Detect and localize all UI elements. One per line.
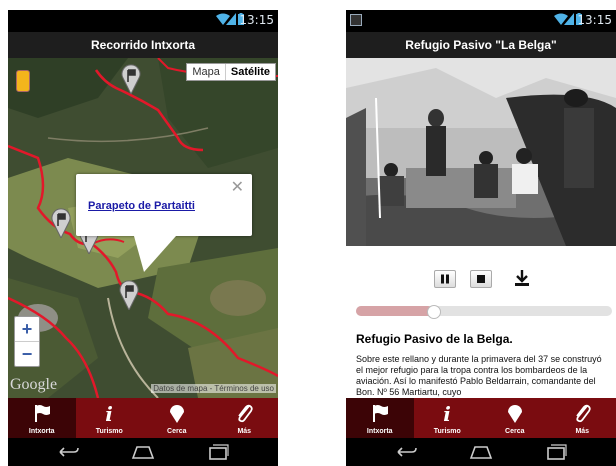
tab-label: Cerca [505,428,525,435]
tab-cerca[interactable]: Cerca [481,398,549,438]
audio-progress-bar[interactable] [356,305,612,319]
pause-button[interactable] [434,270,456,288]
tab-label: Más [575,428,590,435]
stop-button[interactable] [470,270,492,288]
stop-icon [477,275,485,283]
flag-marker-icon[interactable] [118,280,140,310]
notification-image-icon [350,14,362,26]
recent-apps-icon[interactable] [206,444,230,460]
progress-fill [356,306,433,316]
status-bar: 13:15 [346,10,616,32]
google-logo: Google [10,376,58,393]
section-title: Refugio Pasivo de la Belga. [356,332,513,346]
tab-bar: Intxorta i Turismo Cerca Más [346,398,616,438]
tab-turismo[interactable]: i Turismo [414,398,482,438]
info-icon: i [443,402,451,424]
phone-map-screen: 13:15 Recorrido Intxorta Mapa Satélite P… [8,10,278,466]
back-icon[interactable] [394,444,418,460]
info-window-link[interactable]: Parapeto de Partaitti [88,200,195,212]
tab-cerca[interactable]: Cerca [143,398,211,438]
info-window-tail [134,236,176,272]
flag-marker-icon[interactable] [120,64,142,94]
map-type-satellite-button[interactable]: Satélite [224,64,275,80]
tab-turismo[interactable]: i Turismo [76,398,144,438]
status-time: 13:15 [577,13,612,27]
section-body: Sobre este rellano y durante la primaver… [356,354,602,397]
status-bar: 13:15 [8,10,278,32]
map-type-control: Mapa Satélite [186,63,276,81]
zoom-control: + − [14,316,40,367]
paperclip-icon [238,404,253,423]
zoom-out-button[interactable]: − [15,342,39,366]
soldiers-photo-image [346,58,616,246]
recent-apps-icon[interactable] [544,444,568,460]
zoom-in-button[interactable]: + [15,317,39,342]
signal-icon [564,13,574,25]
home-icon[interactable] [131,444,155,460]
tab-label: Turismo [95,428,123,435]
flag-icon [372,405,388,422]
map-type-map-button[interactable]: Mapa [187,64,225,80]
close-icon[interactable]: ✕ [231,177,244,197]
svg-text:i: i [105,402,113,424]
satellite-map[interactable]: Mapa Satélite Parapeto de Partaitti ✕ + … [8,58,278,398]
tab-label: Turismo [433,428,461,435]
paperclip-icon [576,404,591,423]
tab-label: Cerca [167,428,187,435]
download-icon[interactable] [512,268,532,288]
home-icon[interactable] [469,444,493,460]
svg-text:i: i [443,402,451,424]
tab-label: Más [237,428,252,435]
tab-label: Intxorta [28,428,55,435]
tab-label: Intxorta [366,428,393,435]
tab-mas[interactable]: Más [549,398,616,438]
audio-player: Refugio Pasivo de la Belga. Sobre este r… [346,246,616,400]
map-pin-icon [169,405,184,423]
historic-photo [346,58,616,246]
nav-bar [8,438,278,466]
page-title: Recorrido Intxorta [8,32,278,58]
map-data-link[interactable]: Datos de mapa - Términos de uso [151,384,276,393]
nav-bar [346,438,616,466]
flag-marker-icon[interactable] [50,208,72,238]
pegman-icon[interactable] [16,70,30,92]
signal-icon [226,13,236,25]
tab-mas[interactable]: Más [211,398,279,438]
pause-icon [441,274,449,284]
info-window: Parapeto de Partaitti ✕ [76,174,252,236]
tab-intxorta[interactable]: Intxorta [8,398,76,438]
flag-icon [34,405,50,422]
tab-intxorta[interactable]: Intxorta [346,398,414,438]
page-title: Refugio Pasivo "La Belga" [346,32,616,58]
tab-bar: Intxorta i Turismo Cerca Más [8,398,278,438]
status-time: 13:15 [239,13,274,27]
back-icon[interactable] [56,444,80,460]
info-icon: i [105,402,113,424]
map-pin-icon [507,405,522,423]
progress-thumb[interactable] [426,305,441,319]
phone-detail-screen: 13:15 Refugio Pasivo "La Belga" Refugio … [346,10,616,466]
